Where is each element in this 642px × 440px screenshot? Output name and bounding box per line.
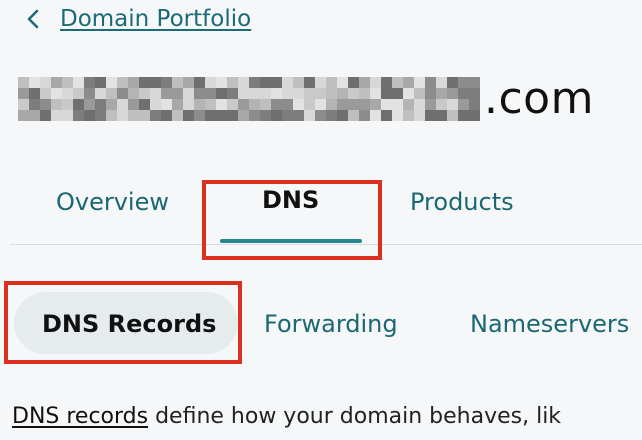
redacted-domain-name (18, 77, 480, 121)
dns-subtabs: DNS Records Forwarding Nameservers (0, 288, 642, 360)
subtab-nameservers[interactable]: Nameservers (470, 310, 629, 338)
dns-records-description: DNS records define how your domain behav… (12, 404, 642, 440)
subtab-forwarding[interactable]: Forwarding (264, 310, 398, 338)
tabs-divider (10, 244, 642, 245)
subtab-dns-records[interactable]: DNS Records (42, 310, 216, 338)
tab-overview[interactable]: Overview (56, 188, 169, 216)
dns-records-link[interactable]: DNS records (12, 404, 148, 429)
active-tab-indicator (220, 239, 362, 243)
tab-dns[interactable]: DNS (262, 186, 319, 214)
primary-tabs: Overview DNS Products (0, 168, 642, 246)
domain-tld: .com (484, 73, 594, 124)
domain-title: .com (18, 72, 594, 126)
description-text: define how your domain behaves, lik (148, 404, 562, 429)
tab-products[interactable]: Products (410, 188, 514, 216)
chevron-left-icon[interactable] (22, 4, 44, 34)
domain-portfolio-link[interactable]: Domain Portfolio (60, 6, 251, 32)
breadcrumb: Domain Portfolio (22, 2, 251, 36)
